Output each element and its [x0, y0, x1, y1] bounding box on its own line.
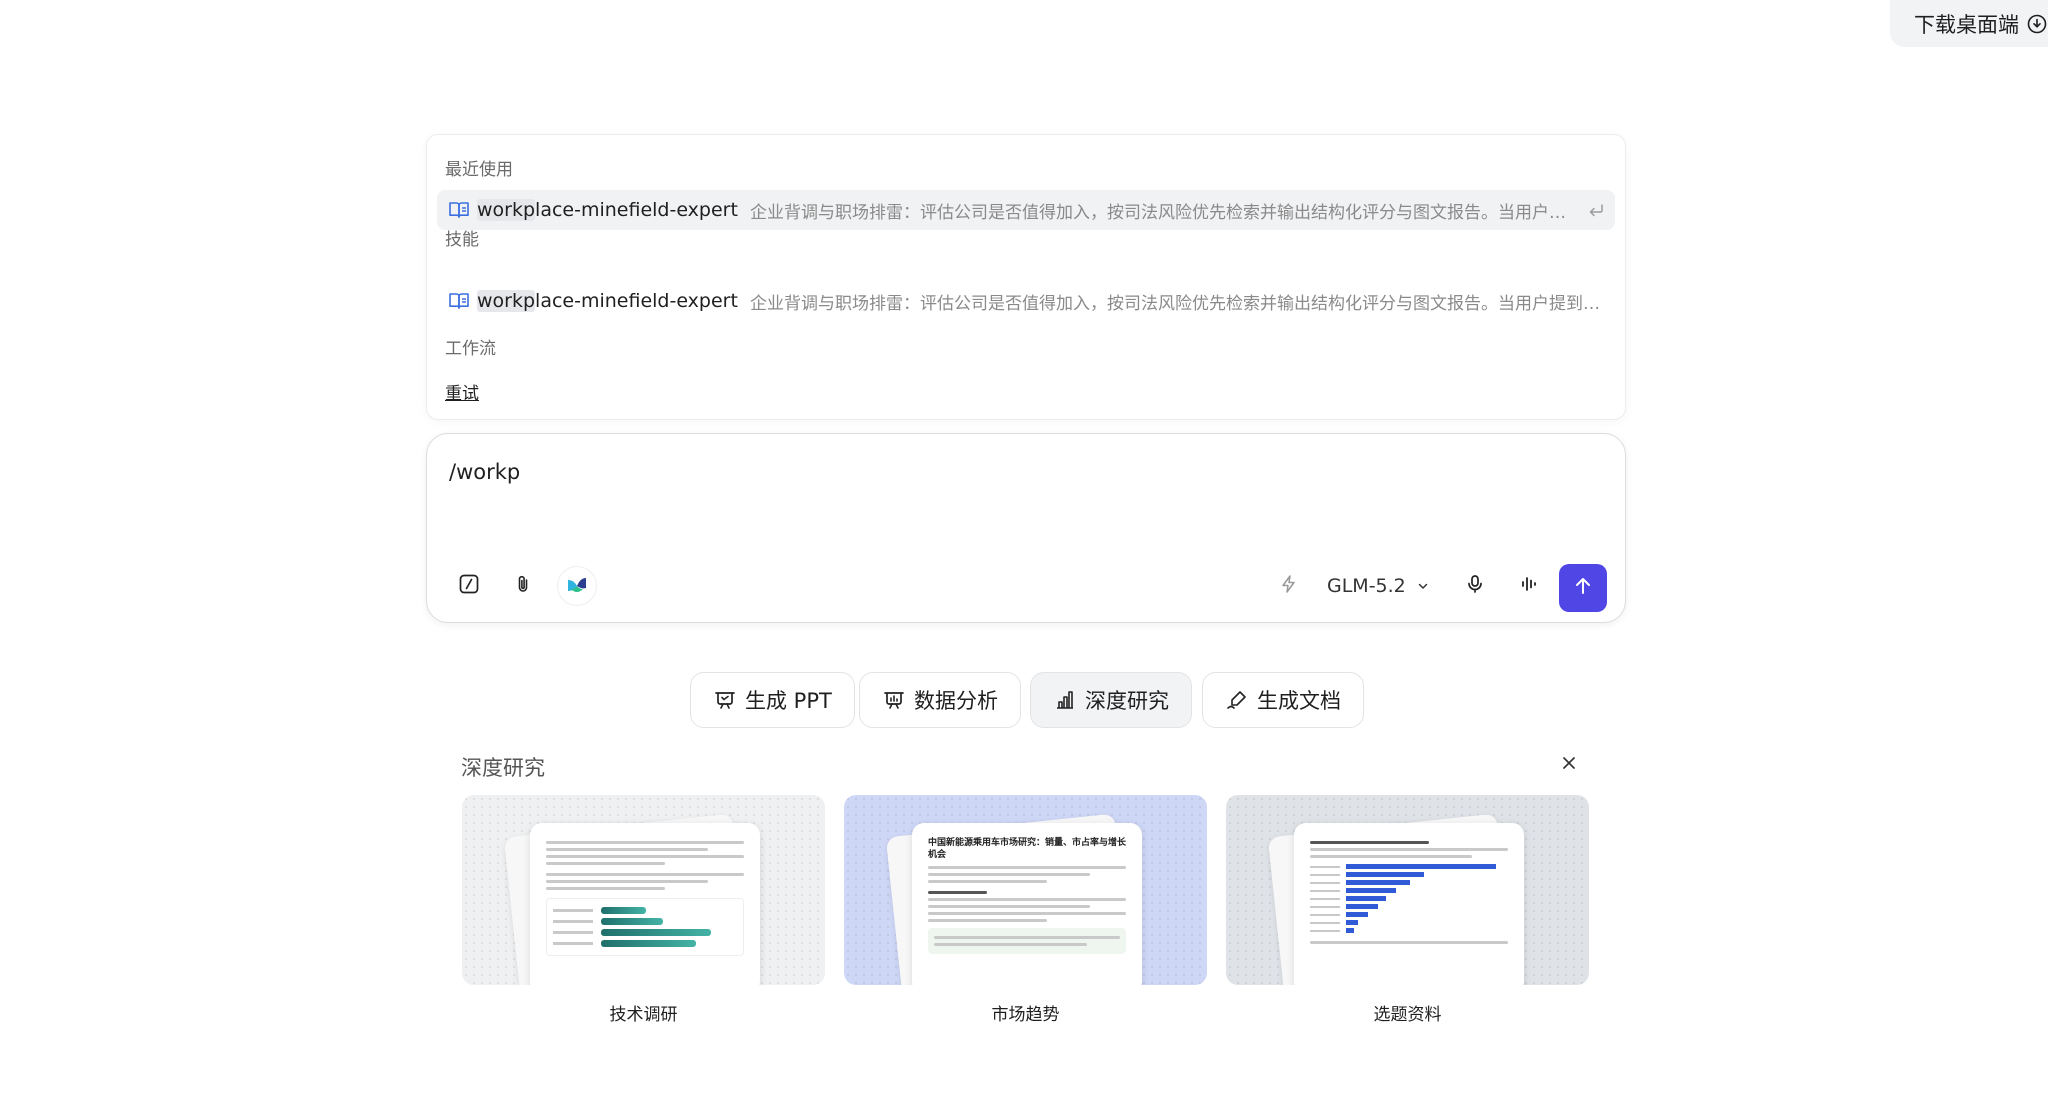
skills-section-heading: 技能	[445, 230, 479, 250]
send-button[interactable]	[1559, 564, 1607, 612]
enter-key-icon	[1587, 201, 1605, 219]
data-analysis-chip[interactable]: 数据分析	[859, 672, 1021, 728]
chip-label: 深度研究	[1085, 689, 1169, 713]
research-card-market[interactable]: 中国新能源乘用车市场研究：销量、市占率与增长机会	[844, 795, 1207, 985]
close-panel-button[interactable]	[1556, 752, 1582, 778]
card-thumbnail	[530, 823, 760, 985]
presentation-icon	[713, 688, 737, 712]
microphone-icon	[1464, 573, 1486, 599]
card-thumbnail	[1294, 823, 1524, 985]
model-selector[interactable]: GLM-5.2	[1327, 566, 1430, 606]
chip-label: 数据分析	[914, 689, 998, 713]
download-desktop-label: 下载桌面端	[1914, 12, 2019, 37]
chart-board-icon	[882, 688, 906, 712]
skill-name-match: workp	[477, 290, 536, 312]
model-label: GLM-5.2	[1327, 575, 1406, 597]
card-label-market: 市场趋势	[991, 1005, 1060, 1025]
voice-input-button[interactable]	[1455, 566, 1495, 606]
voice-wave-icon	[1518, 573, 1540, 599]
voice-chat-button[interactable]	[1509, 566, 1549, 606]
pen-icon	[1225, 688, 1249, 712]
book-icon	[447, 289, 471, 313]
chip-label: 生成 PPT	[745, 689, 832, 713]
skill-name: workplace-minefield-expert	[477, 290, 738, 312]
skill-name-rest: lace-minefield-expert	[535, 199, 738, 221]
retry-link[interactable]: 重试	[445, 379, 479, 404]
card-label-tech: 技术调研	[609, 1005, 678, 1025]
research-card-tech[interactable]	[462, 795, 825, 985]
slash-command-icon	[458, 573, 480, 599]
research-card-topic[interactable]	[1226, 795, 1589, 985]
recent-section-heading: 最近使用	[445, 160, 513, 180]
workflow-section-heading: 工作流	[445, 339, 496, 359]
app-logo-button[interactable]	[557, 566, 597, 606]
arrow-up-icon	[1572, 575, 1594, 601]
generate-ppt-chip[interactable]: 生成 PPT	[690, 672, 855, 728]
chat-composer: GLM-5.2	[426, 433, 1626, 623]
generate-doc-chip[interactable]: 生成文档	[1202, 672, 1364, 728]
chevron-down-icon	[1416, 579, 1430, 593]
slash-command-button[interactable]	[449, 566, 489, 606]
deep-research-chip[interactable]: 深度研究	[1030, 672, 1192, 728]
skill-name-rest: lace-minefield-expert	[535, 290, 738, 312]
close-icon	[1560, 754, 1578, 776]
skill-item[interactable]: workplace-minefield-expert 企业背调与职场排雷：评估公…	[437, 281, 1615, 321]
fast-mode-button[interactable]	[1269, 566, 1309, 606]
skill-name-match: workp	[477, 199, 536, 221]
lightning-icon	[1279, 574, 1299, 598]
skill-description: 企业背调与职场排雷：评估公司是否值得加入，按司法风险优先检索并输出结构化评分与图…	[749, 202, 1573, 223]
card-label-topic: 选题资料	[1373, 1005, 1442, 1025]
recent-skill-item[interactable]: workplace-minefield-expert 企业背调与职场排雷：评估公…	[437, 190, 1615, 230]
command-dropdown: 最近使用 workplace-minefield-expert 企业背调与职场排…	[426, 134, 1626, 420]
chat-input[interactable]	[449, 452, 1599, 492]
app-logo-icon	[564, 571, 590, 601]
chip-label: 生成文档	[1257, 689, 1341, 713]
bar-chart-icon	[1053, 688, 1077, 712]
attach-file-button[interactable]	[503, 566, 543, 606]
download-desktop-button[interactable]: 下载桌面端	[1890, 0, 2048, 47]
quick-actions: 生成 PPT 数据分析 深度研究 生成文档	[0, 672, 2048, 728]
thumbnail-title: 中国新能源乘用车市场研究：销量、市占率与增长机会	[928, 838, 1127, 860]
card-thumbnail: 中国新能源乘用车市场研究：销量、市占率与增长机会	[912, 823, 1142, 985]
skill-name: workplace-minefield-expert	[477, 199, 738, 221]
paperclip-icon	[512, 573, 534, 599]
download-circle-icon	[2027, 14, 2047, 34]
research-panel-title: 深度研究	[461, 756, 545, 780]
book-icon	[447, 198, 471, 222]
skill-description: 企业背调与职场排雷：评估公司是否值得加入，按司法风险优先检索并输出结构化评分与图…	[749, 293, 1605, 314]
